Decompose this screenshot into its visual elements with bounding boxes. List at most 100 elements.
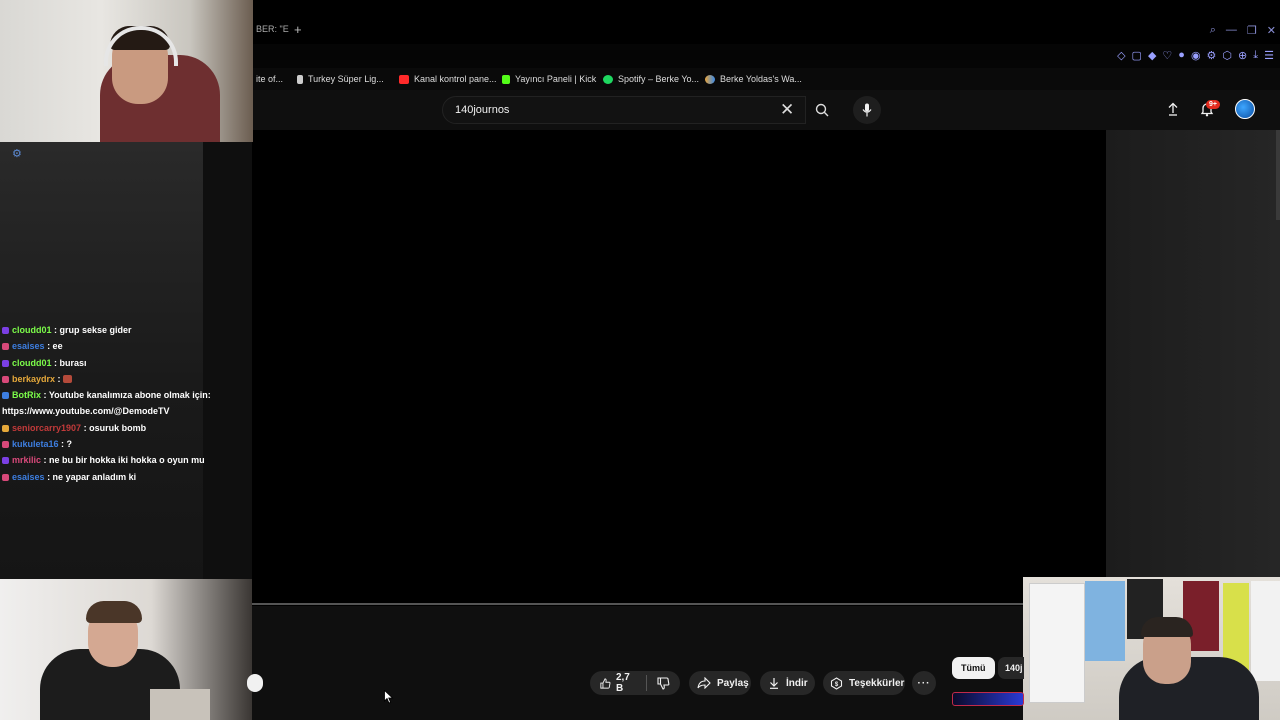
upload-icon[interactable] (1166, 102, 1180, 121)
kick-icon (502, 74, 510, 84)
spotify-icon (603, 74, 613, 84)
bookmark-item[interactable]: Kanal kontrol pane... (399, 74, 497, 84)
extension-icon[interactable]: ◉ (1191, 49, 1201, 62)
chat-username[interactable]: berkaydrx (12, 374, 55, 384)
chat-badge-icon (2, 343, 9, 351)
shield-icon[interactable]: ◆ (1148, 49, 1156, 62)
chat-username[interactable]: cloudd01 (12, 358, 52, 368)
chat-username[interactable]: mrkilic (12, 455, 41, 465)
jersey (1251, 581, 1280, 681)
voice-search-button[interactable] (853, 96, 881, 124)
chat-message-list: cloudd01 : grup sekse gider esaises : ee c… (2, 322, 252, 485)
chat-badge-icon (2, 392, 9, 400)
bookmark-icon[interactable]: ◇ (1117, 49, 1125, 62)
bookmark-item[interactable]: Spotify – Berke Yo... (603, 74, 699, 84)
chat-text: : (57, 373, 61, 384)
chat-text: : ne yapar anladım ki (47, 471, 137, 482)
account-avatar[interactable] (1235, 99, 1255, 119)
clear-search-icon[interactable]: ✕ (780, 100, 794, 120)
extension-toolbar: ◇ ▢ ◆ ♡ ● ◉ ⚙ ⬡ ⊕ ⤓ ☰ (1117, 49, 1274, 62)
chat-badge-icon (2, 441, 9, 449)
thumbs-down-icon (657, 676, 670, 690)
video-info-area (252, 606, 1024, 720)
page-scrollbar[interactable] (1276, 130, 1280, 220)
chat-username[interactable]: seniorcarry1907 (12, 423, 81, 433)
chat-message: cloudd01 : grup sekse gider (2, 322, 252, 338)
bookmark-item[interactable]: Yayıncı Paneli | Kick (502, 74, 596, 84)
like-button[interactable]: 2,7 B (590, 672, 646, 694)
mouse-cursor (384, 689, 394, 709)
chat-text: : ee (47, 341, 63, 352)
chat-badge-icon (2, 424, 9, 432)
chip-related[interactable]: 140j (998, 657, 1024, 679)
chat-username[interactable]: esaises (12, 472, 45, 482)
wallet-icon (705, 74, 715, 84)
chat-text: : ? (61, 439, 73, 450)
chat-message: esaises : ee (2, 338, 252, 354)
download-button[interactable]: İndir (760, 671, 815, 695)
browser-tab[interactable]: BER: "E (256, 24, 289, 34)
chip-all[interactable]: Tümü (952, 657, 995, 679)
search-icon (815, 103, 829, 117)
search-input[interactable]: 140journos (442, 96, 806, 124)
profile-icon[interactable]: ⊕ (1238, 49, 1247, 62)
chat-message: berkaydrx : (2, 371, 252, 387)
person-hair (86, 601, 142, 623)
chat-message: esaises : ne yapar anladım ki (2, 469, 252, 485)
thumbs-up-icon (600, 677, 611, 689)
thanks-icon: $ (830, 676, 843, 690)
puzzle-icon[interactable]: ⬡ (1222, 49, 1232, 62)
download-icon (770, 678, 778, 689)
webcam-feed-streamer (0, 0, 253, 142)
download-icon[interactable]: ⤓ (1253, 49, 1258, 62)
chat-badge-icon (2, 359, 9, 367)
bookmark-item[interactable]: ite of... (256, 74, 283, 84)
recommended-video-thumbnail[interactable] (952, 692, 1024, 706)
bookmark-item[interactable]: Berke Yoldas's Wa... (705, 74, 802, 84)
search-tabs-icon[interactable]: ⌕ (1210, 24, 1216, 37)
chat-username[interactable]: kukuleta16 (12, 439, 59, 449)
chat-username[interactable]: BotRix (12, 390, 41, 400)
search-button[interactable] (806, 96, 838, 124)
extension-icon[interactable]: ● (1178, 49, 1185, 62)
chat-username[interactable]: esaises (12, 341, 45, 351)
video-progress-bar[interactable] (252, 603, 1024, 605)
search-query: 140journos (455, 104, 510, 116)
webcam-feed-guest (0, 579, 252, 720)
maximize-icon[interactable]: ❐ (1247, 24, 1257, 37)
video-player[interactable] (252, 130, 1106, 606)
chat-username[interactable]: cloudd01 (12, 325, 52, 335)
close-icon[interactable]: ✕ (1267, 24, 1276, 37)
chat-settings-icon[interactable]: ⚙ (12, 147, 22, 160)
heart-icon[interactable]: ♡ (1162, 49, 1172, 62)
share-button[interactable]: Paylaş (689, 671, 751, 695)
settings-icon[interactable]: ⚙ (1207, 49, 1217, 62)
youtube-icon (399, 74, 409, 84)
new-tab-button[interactable]: + (294, 22, 302, 37)
notification-count-badge: 9+ (1206, 100, 1220, 109)
minimize-icon[interactable]: — (1226, 24, 1237, 37)
desk (150, 689, 210, 720)
chat-text: https://www.youtube.com/@DemodeTV (2, 406, 170, 417)
chat-message: mrkilic : ne bu bir hokka iki hokka o oy… (2, 452, 252, 468)
chat-text: : Youtube kanalımıza abone olmak için: (43, 390, 211, 401)
jersey (1085, 581, 1125, 661)
channel-avatar[interactable] (247, 674, 263, 692)
jersey (1029, 583, 1085, 703)
more-actions-button[interactable]: ··· (912, 671, 936, 695)
chat-text: : ne bu bir hokka iki hokka o oyun mu (43, 455, 205, 466)
chat-text: : grup sekse gider (54, 325, 132, 335)
like-dislike-group: 2,7 B (590, 671, 680, 695)
chat-emote-icon (63, 374, 73, 383)
chat-badge-icon (2, 375, 9, 383)
dislike-button[interactable] (647, 676, 680, 690)
window-controls: ⌕ — ❐ ✕ (1210, 24, 1276, 37)
menu-icon[interactable]: ☰ (1264, 49, 1274, 62)
chat-text: : burası (54, 357, 87, 368)
thanks-button[interactable]: $ Teşekkürler (823, 671, 905, 695)
football-icon (297, 74, 303, 84)
bookmark-item[interactable]: Turkey Süper Lig... (297, 74, 384, 84)
screenshot-icon[interactable]: ▢ (1132, 49, 1142, 62)
microphone-icon (862, 103, 872, 117)
chat-badge-icon (2, 327, 9, 334)
